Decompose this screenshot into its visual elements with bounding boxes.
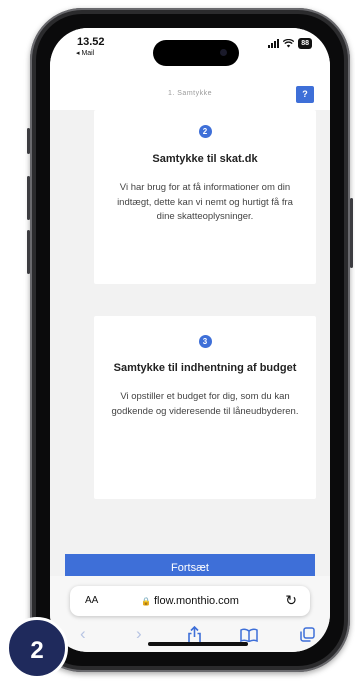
bookmarks-icon[interactable]	[240, 628, 258, 642]
status-bar: 13.52 ◂ Mail 88	[50, 28, 330, 72]
home-indicator	[148, 642, 248, 646]
card-description: Vi opstiller et budget for dig, som du k…	[111, 391, 299, 417]
consent-card-budget: 3 Samtykke til indhentning af budget Vi …	[94, 316, 316, 499]
consent-card-skat: 2 Samtykke til skat.dk Vi har brug for a…	[94, 110, 316, 284]
browser-bottom-bar: AA 🔒 flow.monthio.com ↻ ‹ ›	[50, 576, 330, 652]
status-time: 13.52	[77, 36, 105, 48]
lock-icon: 🔒	[141, 597, 151, 606]
status-icons: 88	[268, 38, 312, 49]
wifi-icon	[283, 39, 295, 48]
camera-icon	[220, 49, 227, 56]
back-icon[interactable]: ‹	[80, 624, 86, 644]
volume-up-button	[27, 176, 30, 220]
card-title: Samtykke til skat.dk	[152, 153, 258, 165]
phone-frame: 13.52 ◂ Mail 88 1. Samtykke ? 2 Samtykke…	[27, 8, 353, 672]
step-number-overlay: 2	[6, 617, 68, 679]
step-number-badge: 2	[198, 125, 212, 138]
signal-icon	[268, 39, 280, 48]
url-bar[interactable]: AA 🔒 flow.monthio.com ↻	[70, 586, 310, 616]
dynamic-island	[153, 40, 239, 66]
battery-icon: 88	[298, 38, 312, 49]
step-number-badge: 3	[198, 335, 212, 348]
volume-down-button	[27, 230, 30, 274]
phone-bezel: 13.52 ◂ Mail 88 1. Samtykke ? 2 Samtykke…	[36, 14, 344, 666]
power-button	[350, 198, 353, 268]
screen: 13.52 ◂ Mail 88 1. Samtykke ? 2 Samtykke…	[50, 28, 330, 652]
tabs-icon[interactable]	[300, 627, 315, 642]
page-title: 1. Samtykke	[167, 90, 212, 97]
mute-switch	[27, 128, 30, 154]
reload-icon[interactable]: ↻	[285, 592, 297, 609]
forward-icon[interactable]: ›	[136, 624, 142, 644]
app-header: 1. Samtykke ?	[50, 72, 330, 110]
back-to-mail-link[interactable]: ◂ Mail	[76, 49, 94, 57]
card-title: Samtykke til indhentning af budget	[113, 362, 297, 374]
help-button[interactable]: ?	[296, 86, 314, 103]
url-display[interactable]: 🔒 flow.monthio.com	[70, 595, 310, 607]
url-text: flow.monthio.com	[153, 595, 239, 607]
card-description: Vi har brug for at få informationer om d…	[117, 182, 293, 222]
